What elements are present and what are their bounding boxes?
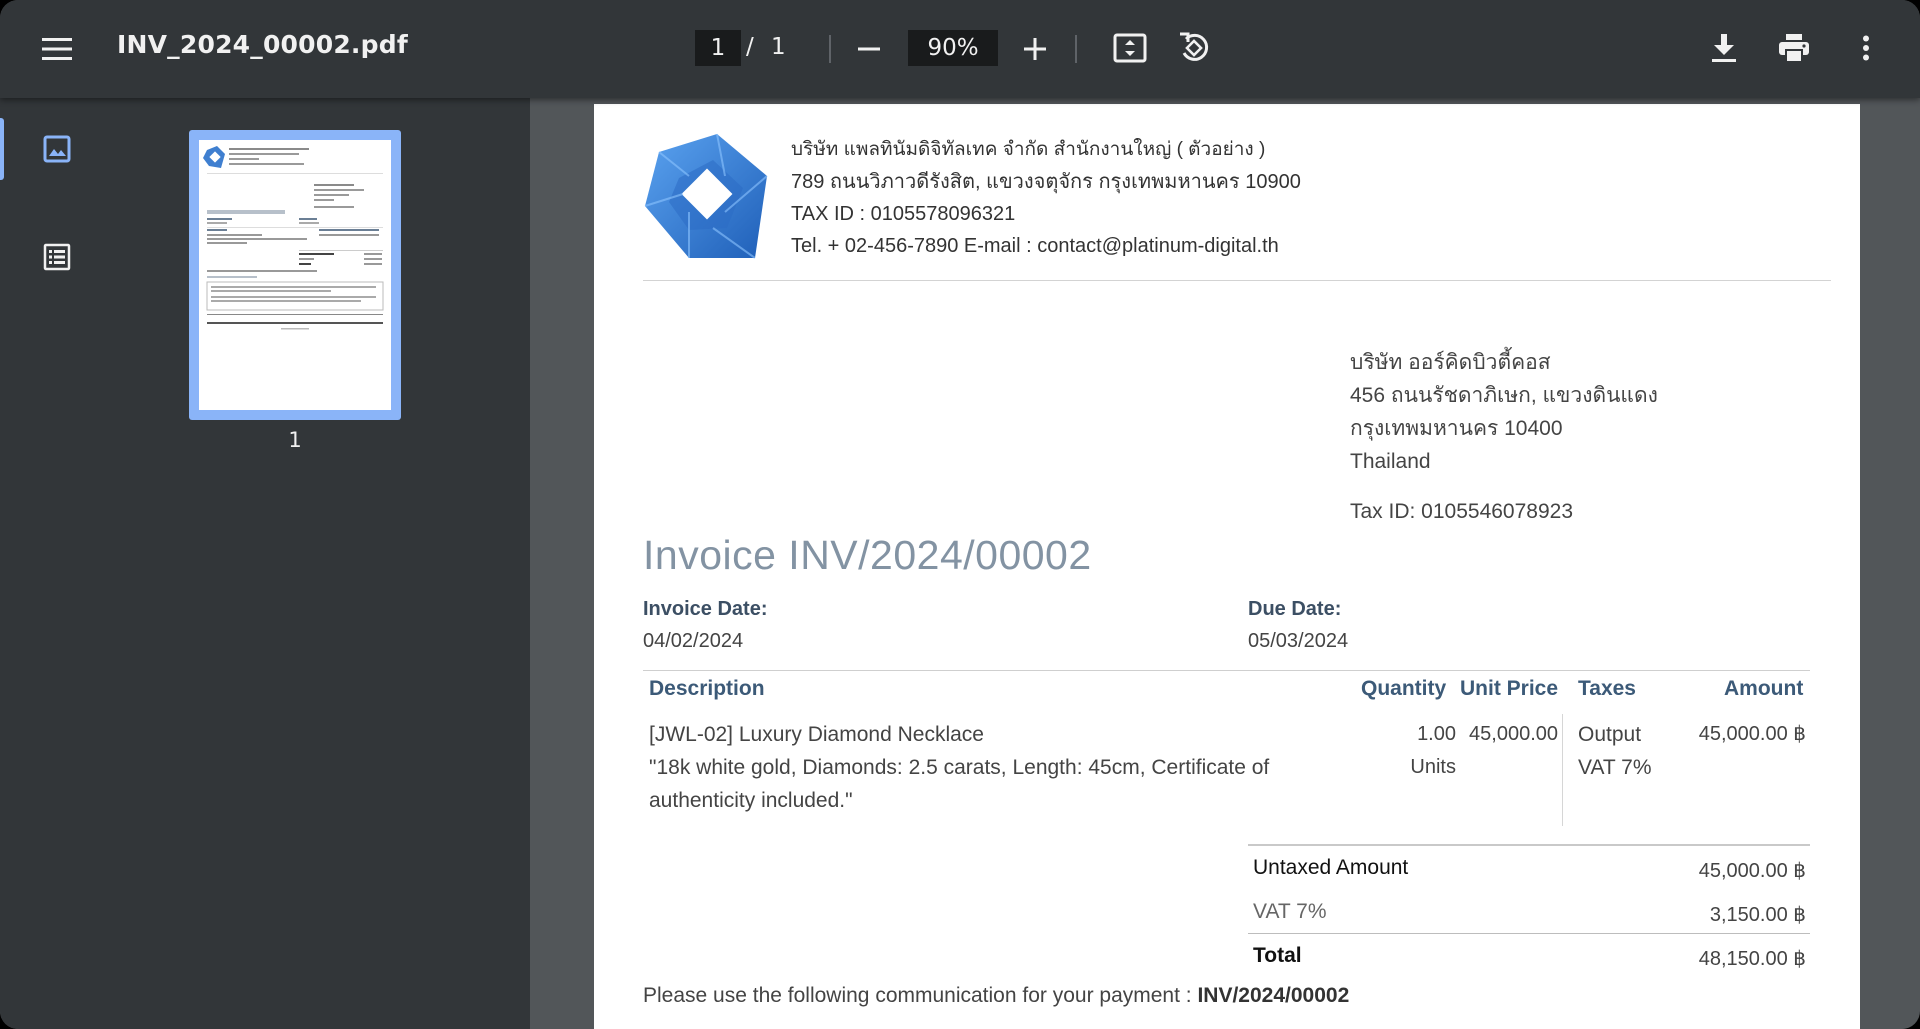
page-thumbnail[interactable] xyxy=(189,130,401,420)
company-info: บริษัท แพลทินัมดิจิทัลเทค จำกัด สำนักงาน… xyxy=(791,134,1301,262)
item-amount: 45,000.00 ฿ xyxy=(1698,723,1806,745)
column-header-taxes: Taxes xyxy=(1578,677,1636,700)
item-unit-price: 45,000.00 xyxy=(1469,723,1558,745)
fit-to-page-icon[interactable] xyxy=(1108,26,1152,70)
download-icon[interactable] xyxy=(1702,26,1746,70)
customer-address-line2: กรุงเทพมหานคร 10400 xyxy=(1350,417,1563,440)
company-address: 789 ถนนวิภาวดีรังสิต, แขวงจตุจักร กรุงเท… xyxy=(791,171,1301,193)
minus-icon[interactable] xyxy=(848,28,890,70)
table-top-divider xyxy=(643,670,1810,671)
invoice-date-label: Invoice Date: xyxy=(643,598,768,620)
selected-tab-indicator xyxy=(0,118,4,180)
customer-tax-id: Tax ID: 0105546078923 xyxy=(1350,500,1574,523)
totals-divider xyxy=(1248,844,1810,846)
column-header-unit-price: Unit Price xyxy=(1460,677,1559,700)
pdf-page: บริษัท แพลทินัมดิจิทัลเทค จำกัด สำนักงาน… xyxy=(594,104,1860,1029)
item-description-line2: "18k white gold, Diamonds: 2.5 carats, L… xyxy=(649,756,1270,779)
item-description-line1: [JWL-02] Luxury Diamond Necklace xyxy=(649,723,984,746)
payment-reference: INV/2024/00002 xyxy=(1197,984,1350,1007)
column-header-amount: Amount xyxy=(1724,677,1804,700)
company-name: บริษัท แพลทินัมดิจิทัลเทค จำกัด สำนักงาน… xyxy=(791,139,1266,160)
thumbnail-preview xyxy=(199,140,391,410)
customer-address-line1: 456 ถนนรัชดาภิเษก, แขวงดินแดง xyxy=(1350,384,1658,407)
page-separator: / xyxy=(746,34,754,60)
thumbnails-icon[interactable] xyxy=(36,128,78,170)
item-quantity: 1.00 xyxy=(1417,723,1456,745)
customer-name: บริษัท ออร์คิดบิวตี้คอส xyxy=(1350,351,1551,374)
print-icon[interactable] xyxy=(1772,26,1816,70)
outline-icon[interactable] xyxy=(36,236,78,278)
thumbnail-page-number: 1 xyxy=(288,428,302,452)
rotate-icon[interactable] xyxy=(1172,26,1216,70)
total-value: 48,150.00 ฿ xyxy=(1698,948,1806,970)
total-label: Total xyxy=(1253,944,1302,967)
more-vert-icon[interactable] xyxy=(1844,26,1888,70)
item-taxes-line2: VAT 7% xyxy=(1578,756,1652,779)
company-logo xyxy=(643,132,771,262)
customer-info: บริษัท ออร์คิดบิวตี้คอส 456 ถนนรัชดาภิเษ… xyxy=(1350,346,1658,478)
toolbar: INV_2024_00002.pdf 1 / 1 90% xyxy=(0,0,1920,98)
vat-label: VAT 7% xyxy=(1253,900,1327,923)
sidebar: 1 xyxy=(0,98,530,1029)
vat-value: 3,150.00 ฿ xyxy=(1709,904,1806,926)
untaxed-amount-label: Untaxed Amount xyxy=(1253,856,1409,879)
menu-icon[interactable] xyxy=(36,28,78,70)
item-unit: Units xyxy=(1410,756,1456,778)
payment-text: Please use the following communication f… xyxy=(643,984,1198,1007)
item-taxes-line1: Output xyxy=(1578,723,1642,746)
total-pages: 1 xyxy=(771,34,786,60)
document-title: INV_2024_00002.pdf xyxy=(117,30,408,59)
toolbar-divider xyxy=(829,35,831,63)
toolbar-divider xyxy=(1075,35,1077,63)
due-date-label: Due Date: xyxy=(1248,598,1342,620)
column-header-description: Description xyxy=(649,677,765,700)
item-description-line3: authenticity included." xyxy=(649,789,853,812)
taxes-column-divider xyxy=(1562,714,1563,826)
customer-country: Thailand xyxy=(1350,450,1431,473)
due-date-value: 05/03/2024 xyxy=(1248,630,1349,652)
column-header-quantity: Quantity xyxy=(1361,677,1447,700)
company-tax-id: TAX ID : 0105578096321 xyxy=(791,203,1016,225)
company-contact: Tel. + 02-456-7890 E-mail : contact@plat… xyxy=(791,235,1279,257)
pdf-viewer: INV_2024_00002.pdf 1 / 1 90% 1 บริษัท แพ… xyxy=(0,0,1920,1029)
invoice-date-value: 04/02/2024 xyxy=(643,630,744,652)
untaxed-amount-value: 45,000.00 ฿ xyxy=(1698,860,1806,882)
invoice-title: Invoice INV/2024/00002 xyxy=(643,532,1092,578)
header-divider xyxy=(643,280,1831,281)
plus-icon[interactable] xyxy=(1014,28,1056,70)
payment-communication: Please use the following communication f… xyxy=(643,984,1349,1008)
current-page-input[interactable]: 1 xyxy=(695,30,741,66)
zoom-input[interactable]: 90% xyxy=(908,30,998,66)
totals-divider xyxy=(1248,933,1810,934)
